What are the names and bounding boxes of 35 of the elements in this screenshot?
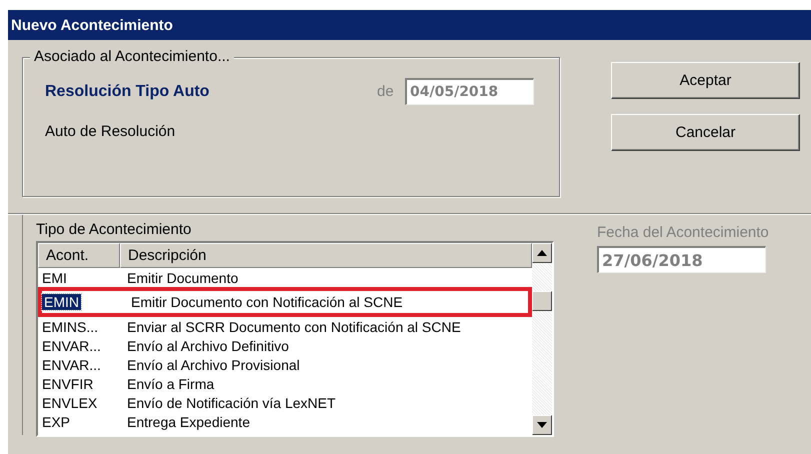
event-list[interactable] [36,241,554,437]
column-header[interactable]: Descripción [120,243,532,268]
code-cell[interactable]: ENVLEX [42,394,98,410]
description-cell[interactable]: Envío de Notificación vía LexNET [127,394,336,410]
description-cell[interactable]: Envío al Archivo Definitivo [127,338,289,354]
date-label: de [377,83,395,100]
code-cell[interactable]: EMINS... [42,318,98,334]
code-cell[interactable]: EMIN [42,294,81,310]
up-arrow-icon [537,250,547,256]
event-type-label: Resolución Tipo Auto [45,82,210,100]
description-cell[interactable]: Envío al Archivo Provisional [127,356,300,372]
event-description: Auto de Resolución [45,123,176,140]
window-title: Nuevo Acontecimiento [11,16,173,34]
scroll-up-button[interactable] [532,243,552,263]
code-cell[interactable]: EXP [42,414,70,430]
scrollbar[interactable] [532,243,552,435]
description-cell[interactable]: Emitir Documento [127,270,238,286]
code-cell[interactable]: ENVAR... [42,356,101,372]
date-field[interactable]: 04/05/2018 [405,78,534,105]
accept-button[interactable]: Aceptar [611,62,800,99]
description-cell[interactable]: Emitir Documento con Notificación al SCNE [131,294,403,310]
down-arrow-icon [537,422,547,428]
description-cell[interactable]: Enviar al SCRR Documento con Notificación al SCNE [127,318,461,334]
code-cell[interactable]: ENVFIR [42,376,94,392]
group-legend: Tipo de Acontecimiento [36,220,560,240]
description-cell[interactable]: Envío a Firma [127,376,214,392]
date-field[interactable]: 27/06/2018 [597,246,766,273]
date-label: Fecha del Acontecimiento [597,224,769,241]
scroll-thumb[interactable] [532,291,552,311]
scroll-down-button[interactable] [532,415,552,435]
description-cell[interactable]: Entrega Expediente [127,414,250,430]
code-cell[interactable]: ENVAR... [42,338,101,354]
code-cell[interactable]: EMI [42,270,67,286]
cancel-button[interactable]: Cancelar [611,114,800,151]
column-header[interactable]: Acont. [38,243,120,268]
